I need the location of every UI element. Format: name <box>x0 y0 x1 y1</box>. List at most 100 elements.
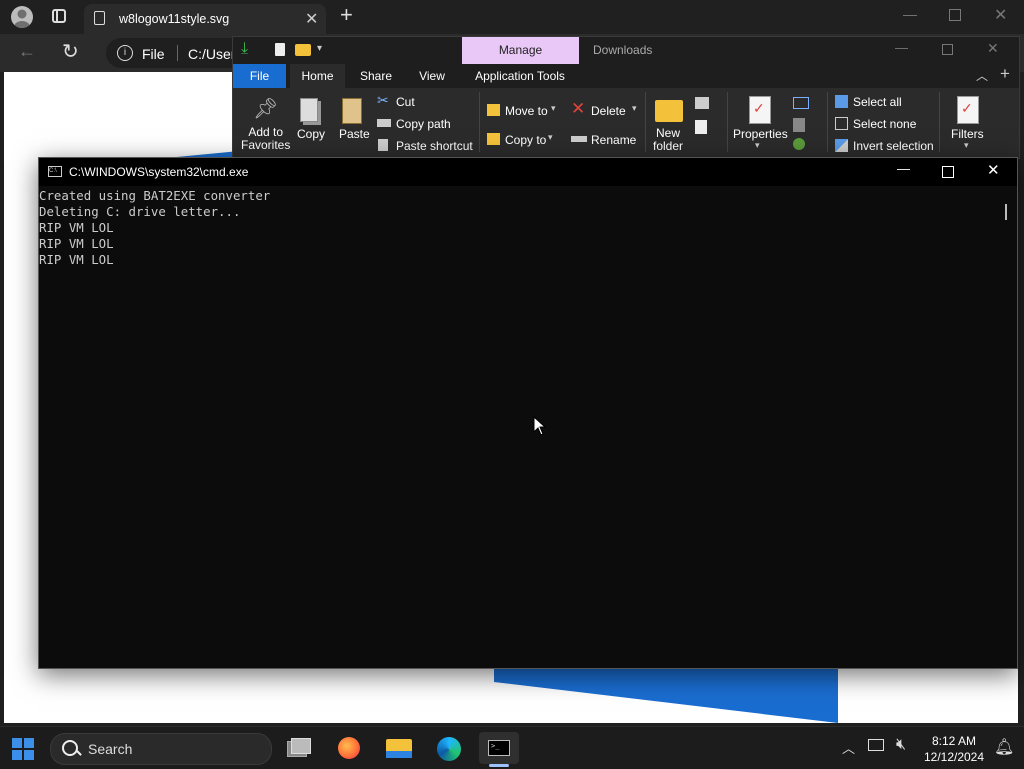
cut-label: Cut <box>396 95 415 109</box>
clock-time: 8:12 AM <box>931 734 977 748</box>
collapse-ribbon-icon[interactable]: ︿ <box>976 67 988 84</box>
open-icon[interactable] <box>793 97 809 109</box>
cmd-titlebar[interactable]: C:\ C:\WINDOWS\system32\cmd.exe — ✕ <box>39 158 1017 186</box>
taskbar: Search >_ ︿ 🔇︎ 8:12 AM 12/12/2024 🔔︎ <box>0 726 1024 769</box>
paste-icon <box>342 98 362 124</box>
cmd-taskbar-icon[interactable]: >_ <box>479 732 519 764</box>
info-icon: i <box>117 45 133 61</box>
copy-button[interactable]: Copy <box>295 94 327 156</box>
new-folder-icon <box>655 100 683 122</box>
invert-selection-icon <box>835 139 848 152</box>
cmd-minimize-icon[interactable]: — <box>897 161 910 176</box>
ribbon-divider <box>479 92 480 152</box>
checkmark-icon: ✓ <box>753 100 765 116</box>
properties-label: Properties <box>733 127 788 141</box>
copy-label: Copy <box>297 127 326 141</box>
delete-label: Delete <box>591 104 626 118</box>
show-hidden-icons-icon[interactable]: ︿ <box>842 738 855 757</box>
help-icon[interactable]: + <box>1000 64 1010 84</box>
tab-close-icon[interactable]: ✕ <box>305 9 318 29</box>
delete-icon: ✕ <box>571 99 586 118</box>
start-icon[interactable] <box>12 738 34 760</box>
add-to-favorites-label: Add to Favorites <box>241 125 291 152</box>
filters-dropdown-icon: ▾ <box>964 140 969 150</box>
cmd-scrollbar[interactable] <box>1005 204 1007 220</box>
new-item-icon[interactable] <box>695 97 709 109</box>
paste-label: Paste <box>339 127 370 141</box>
add-to-favorites-button[interactable]: 📌︎ Add to Favorites <box>239 94 291 156</box>
tab-view[interactable]: View <box>409 64 455 88</box>
address-bar[interactable]: i File C:/User <box>106 38 246 68</box>
rename-label: Rename <box>591 133 637 147</box>
explorer-close-icon[interactable]: ✕ <box>987 40 999 57</box>
browser-tab-title: w8logow11style.svg <box>119 12 230 26</box>
back-icon[interactable]: ← <box>18 41 36 62</box>
address-path: C:/User <box>188 46 236 62</box>
minimize-icon[interactable]: — <box>903 6 917 22</box>
folder-quick-icon[interactable] <box>295 44 311 56</box>
copy-path-label: Copy path <box>396 117 451 131</box>
easy-access-icon[interactable] <box>695 120 707 134</box>
tab-file[interactable]: File <box>233 64 286 88</box>
file-icon <box>94 11 105 25</box>
manage-tab[interactable]: Manage <box>462 37 579 64</box>
delete-dropdown-icon: ▾ <box>632 103 637 113</box>
search-handle <box>76 750 82 756</box>
properties-button[interactable]: ✓ Properties ▾ <box>733 94 789 156</box>
firefox-icon[interactable] <box>329 732 369 764</box>
history-icon[interactable] <box>793 138 805 150</box>
ribbon-divider <box>939 92 940 152</box>
select-all-icon <box>835 95 848 108</box>
explorer-maximize-icon[interactable] <box>942 44 953 55</box>
system-clock[interactable]: 8:12 AM 12/12/2024 <box>918 733 990 765</box>
cmd-close-icon[interactable]: ✕ <box>987 161 1000 179</box>
browser-tab[interactable]: w8logow11style.svg ✕ <box>84 4 326 34</box>
cmd-output[interactable]: Created using BAT2EXE converter Deleting… <box>39 188 999 268</box>
edit-icon[interactable] <box>793 118 805 132</box>
new-folder-label: New folder <box>653 126 684 153</box>
select-none-icon <box>835 117 848 130</box>
copy-to-icon <box>487 133 500 145</box>
tab-actions-icon[interactable] <box>52 9 66 23</box>
search-label: Search <box>88 741 133 757</box>
new-tab-icon[interactable]: + <box>340 2 353 28</box>
close-icon[interactable]: ✕ <box>994 5 1007 25</box>
move-to-dropdown-icon: ▾ <box>551 103 556 113</box>
filters-button[interactable]: ✓ Filters ▾ <box>947 94 989 156</box>
clock-date: 12/12/2024 <box>923 750 985 764</box>
file-explorer-window: ⤓ ▾ Manage Downloads — ✕ File Home Share… <box>232 36 1020 159</box>
ribbon-divider <box>827 92 828 152</box>
file-explorer-icon[interactable] <box>379 732 419 764</box>
paste-button[interactable]: Paste <box>337 94 371 156</box>
network-icon[interactable] <box>868 739 884 751</box>
filters-checkmark-icon: ✓ <box>961 100 973 116</box>
profile-avatar-icon[interactable] <box>11 6 33 28</box>
move-to-icon <box>487 104 500 116</box>
restore-icon[interactable] <box>949 9 961 21</box>
move-to-label: Move to <box>505 104 548 118</box>
active-app-indicator <box>489 764 509 767</box>
explorer-minimize-icon[interactable]: — <box>895 40 908 55</box>
ribbon-home: 📌︎ Add to Favorites Copy Paste ✂ Cut Cop… <box>233 88 1019 158</box>
taskbar-search[interactable]: Search <box>50 733 272 765</box>
new-folder-button[interactable]: New folder <box>651 94 691 156</box>
cmd-maximize-icon[interactable] <box>942 166 954 178</box>
tab-home[interactable]: Home <box>290 64 345 88</box>
paste-shortcut-icon <box>378 139 388 151</box>
address-prefix: File <box>142 46 165 62</box>
tab-application-tools[interactable]: Application Tools <box>469 64 571 88</box>
task-view-icon[interactable] <box>278 732 318 764</box>
select-none-label: Select none <box>853 117 917 131</box>
cmd-icon: C:\ <box>48 166 62 177</box>
tab-share[interactable]: Share <box>353 64 399 88</box>
copy-to-dropdown-icon: ▾ <box>548 132 553 142</box>
customize-quick-access-icon[interactable]: ▾ <box>317 43 322 54</box>
edge-icon[interactable] <box>429 732 469 764</box>
ribbon-divider <box>645 92 646 152</box>
properties-quick-icon[interactable] <box>275 43 285 56</box>
refresh-icon[interactable]: ↻ <box>62 39 79 64</box>
download-icon[interactable]: ⤓ <box>241 40 248 58</box>
notifications-icon[interactable]: 🔔︎ <box>994 737 1014 757</box>
volume-muted-icon[interactable]: 🔇︎ <box>896 736 906 754</box>
explorer-title: Downloads <box>593 43 653 57</box>
